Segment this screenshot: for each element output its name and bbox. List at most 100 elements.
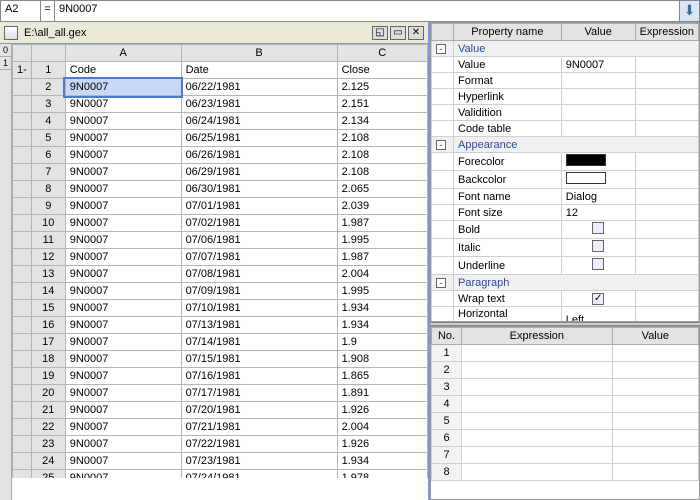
expr-header-expr[interactable]: Expression — [462, 328, 613, 345]
row-header[interactable]: 11 — [31, 232, 65, 249]
row-header[interactable]: 21 — [31, 402, 65, 419]
cell[interactable]: 2.151 — [337, 96, 427, 113]
cell[interactable]: 1.9 — [337, 334, 427, 351]
cell[interactable]: 06/26/1981 — [181, 147, 337, 164]
row-marker[interactable] — [13, 300, 32, 317]
cell[interactable]: 06/25/1981 — [181, 130, 337, 147]
prop-value-input[interactable] — [561, 73, 635, 89]
cell[interactable]: 1.908 — [337, 351, 427, 368]
prop-group-paragraph[interactable]: Paragraph — [454, 275, 699, 291]
cell[interactable]: 2.134 — [337, 113, 427, 130]
expr-value-cell[interactable] — [612, 396, 698, 413]
expr-row-number[interactable]: 3 — [432, 379, 462, 396]
prop-value-input[interactable] — [561, 89, 635, 105]
row-header[interactable]: 18 — [31, 351, 65, 368]
cell[interactable]: 06/23/1981 — [181, 96, 337, 113]
prop-expr-input[interactable] — [635, 57, 698, 73]
expr-value-cell[interactable] — [612, 362, 698, 379]
row-marker[interactable] — [13, 164, 32, 181]
cell[interactable]: 1.987 — [337, 215, 427, 232]
cell[interactable]: 1.934 — [337, 453, 427, 470]
bold-checkbox[interactable] — [592, 222, 604, 234]
formula-dropdown-button[interactable]: ⬇ — [679, 1, 699, 21]
col-header-rownum[interactable] — [31, 45, 65, 62]
cell[interactable]: Close — [337, 62, 427, 79]
cell[interactable]: 1.978 — [337, 470, 427, 479]
col-header-a[interactable]: A — [65, 45, 181, 62]
expr-expression-cell[interactable] — [462, 413, 613, 430]
corner-cell[interactable] — [13, 45, 32, 62]
cell[interactable]: 06/22/1981 — [181, 79, 337, 96]
row-header[interactable]: 15 — [31, 300, 65, 317]
cell[interactable]: 2.108 — [337, 130, 427, 147]
cell[interactable]: 9N0007 — [65, 113, 181, 130]
expr-row-number[interactable]: 8 — [432, 464, 462, 481]
cell[interactable]: 07/23/1981 — [181, 453, 337, 470]
cell[interactable]: 9N0007 — [65, 402, 181, 419]
row-marker[interactable] — [13, 385, 32, 402]
row-marker[interactable] — [13, 113, 32, 130]
row-marker[interactable] — [13, 266, 32, 283]
cell[interactable]: 1.987 — [337, 249, 427, 266]
prop-header-value[interactable]: Value — [561, 24, 635, 41]
italic-checkbox[interactable] — [592, 240, 604, 252]
cell[interactable]: 06/29/1981 — [181, 164, 337, 181]
cell[interactable]: 9N0007 — [65, 130, 181, 147]
cell[interactable]: 1.926 — [337, 436, 427, 453]
cell[interactable]: 9N0007 — [65, 436, 181, 453]
expr-header-no[interactable]: No. — [432, 328, 462, 345]
cell[interactable]: 9N0007 — [65, 147, 181, 164]
cell[interactable]: 9N0007 — [65, 453, 181, 470]
expr-value-cell[interactable] — [612, 447, 698, 464]
cell[interactable]: 07/15/1981 — [181, 351, 337, 368]
row-header[interactable]: 17 — [31, 334, 65, 351]
cell[interactable]: 1.995 — [337, 232, 427, 249]
row-marker[interactable] — [13, 249, 32, 266]
row-marker[interactable] — [13, 79, 32, 96]
row-marker[interactable] — [13, 402, 32, 419]
row-marker[interactable] — [13, 283, 32, 300]
cell[interactable]: 07/08/1981 — [181, 266, 337, 283]
row-marker[interactable] — [13, 351, 32, 368]
cell[interactable]: 9N0007 — [65, 368, 181, 385]
cell[interactable]: 9N0007 — [65, 300, 181, 317]
row-header[interactable]: 9 — [31, 198, 65, 215]
row-marker[interactable] — [13, 334, 32, 351]
cell[interactable]: 07/10/1981 — [181, 300, 337, 317]
row-marker[interactable] — [13, 419, 32, 436]
prop-value-input[interactable] — [561, 105, 635, 121]
expr-expression-cell[interactable] — [462, 345, 613, 362]
row-marker[interactable] — [13, 436, 32, 453]
col-header-c[interactable]: C — [337, 45, 427, 62]
cell[interactable]: 9N0007 — [65, 317, 181, 334]
cell[interactable]: 9N0007 — [65, 249, 181, 266]
underline-checkbox[interactable] — [592, 258, 604, 270]
cell[interactable]: 2.004 — [337, 266, 427, 283]
expr-value-cell[interactable] — [612, 345, 698, 362]
cell[interactable]: 9N0007 — [65, 385, 181, 402]
expr-row-number[interactable]: 4 — [432, 396, 462, 413]
cell[interactable]: 9N0007 — [65, 283, 181, 300]
cell[interactable]: 07/13/1981 — [181, 317, 337, 334]
cell[interactable]: 1.934 — [337, 300, 427, 317]
row-marker[interactable] — [13, 130, 32, 147]
fontname-input[interactable]: Dialog — [561, 189, 635, 205]
cell[interactable]: 07/21/1981 — [181, 419, 337, 436]
row-header[interactable]: 3 — [31, 96, 65, 113]
cell[interactable]: 07/14/1981 — [181, 334, 337, 351]
cell[interactable]: Code — [65, 62, 181, 79]
expr-expression-cell[interactable] — [462, 430, 613, 447]
expr-row-number[interactable]: 7 — [432, 447, 462, 464]
cell[interactable]: 2.108 — [337, 164, 427, 181]
cell[interactable]: 9N0007 — [65, 79, 181, 96]
row-header[interactable]: 2 — [31, 79, 65, 96]
cell[interactable]: 07/20/1981 — [181, 402, 337, 419]
row-header[interactable]: 22 — [31, 419, 65, 436]
maximize-window-button[interactable]: ▭ — [390, 26, 406, 40]
expr-expression-cell[interactable] — [462, 396, 613, 413]
row-header[interactable]: 1 — [31, 62, 65, 79]
expr-header-val[interactable]: Value — [612, 328, 698, 345]
collapse-icon[interactable]: - — [436, 44, 446, 54]
row-header[interactable]: 6 — [31, 147, 65, 164]
cell[interactable]: Date — [181, 62, 337, 79]
